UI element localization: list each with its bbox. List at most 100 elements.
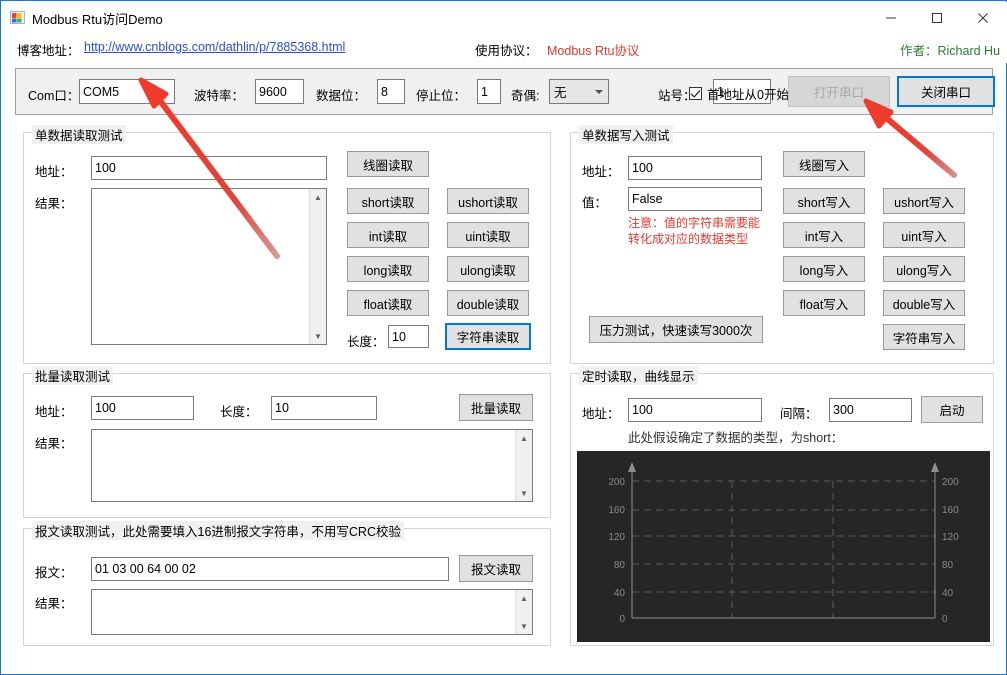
- maximize-button[interactable]: [914, 3, 960, 33]
- close-icon: [978, 13, 988, 23]
- close-port-button[interactable]: 关闭串口: [897, 76, 995, 107]
- minimize-icon: [886, 17, 896, 19]
- single-read-length-input[interactable]: 10: [388, 325, 429, 348]
- com-port-input[interactable]: COM5: [79, 79, 175, 104]
- single-write-value-input[interactable]: False: [628, 187, 762, 211]
- batch-read-address-input[interactable]: 100: [91, 396, 194, 420]
- baudrate-input[interactable]: 9600: [255, 79, 304, 104]
- read-uint-button[interactable]: uint读取: [447, 222, 529, 248]
- single-read-result-label: 结果：: [35, 197, 73, 211]
- timed-read-group: 定时读取，曲线显示 地址： 100 间隔： 300 启动 此处假设确定了数据的类…: [570, 366, 994, 646]
- batch-read-result-box[interactable]: ▲ ▼: [91, 429, 533, 502]
- single-read-title: 单数据读取测试: [32, 125, 126, 144]
- timed-read-interval-input[interactable]: 300: [829, 398, 912, 422]
- svg-text:160: 160: [608, 505, 625, 516]
- write-ushort-button[interactable]: ushort写入: [883, 188, 965, 214]
- read-short-button[interactable]: short读取: [347, 188, 429, 214]
- svg-text:80: 80: [614, 560, 626, 571]
- single-write-note-line2: 转化成对应的数据类型: [628, 232, 749, 246]
- write-long-button[interactable]: long写入: [783, 256, 865, 282]
- timed-read-address-label: 地址：: [582, 407, 620, 421]
- single-read-result-scrollbar[interactable]: ▲ ▼: [309, 189, 326, 344]
- svg-text:40: 40: [614, 588, 626, 599]
- single-read-result-box[interactable]: ▲ ▼: [91, 188, 327, 345]
- scroll-up-icon[interactable]: ▲: [516, 430, 532, 446]
- batch-read-group: 批量读取测试 地址： 100 长度： 10 批量读取 结果： ▲ ▼: [23, 366, 551, 518]
- author-label: 作者：Richard Hu: [900, 44, 1001, 58]
- read-ushort-button[interactable]: ushort读取: [447, 188, 529, 214]
- single-read-address-input[interactable]: 100: [91, 156, 327, 180]
- message-input[interactable]: 01 03 00 64 00 02: [91, 557, 449, 581]
- timed-read-hint: 此处假设确定了数据的类型，为short：: [628, 431, 844, 445]
- parity-value: 无: [554, 86, 567, 100]
- svg-text:160: 160: [942, 505, 959, 516]
- read-string-button[interactable]: 字符串读取: [445, 323, 531, 350]
- scroll-down-icon[interactable]: ▼: [516, 485, 532, 501]
- write-float-button[interactable]: float写入: [783, 290, 865, 316]
- write-string-button[interactable]: 字符串写入: [883, 324, 965, 350]
- chart-canvas: 200 160 120 80 40 0 200 160 120 80 40 0: [577, 451, 990, 642]
- svg-text:120: 120: [608, 532, 625, 543]
- single-write-title: 单数据写入测试: [579, 125, 673, 144]
- batch-read-address-label: 地址：: [35, 405, 73, 419]
- scroll-down-icon[interactable]: ▼: [310, 328, 326, 344]
- message-result-box[interactable]: ▲ ▼: [91, 589, 533, 635]
- single-write-group: 单数据写入测试 地址： 100 值： False 注意：值的字符串需要能 转化成…: [570, 125, 994, 364]
- databits-input[interactable]: 8: [377, 79, 405, 104]
- write-coil-button[interactable]: 线圈写入: [783, 151, 865, 177]
- blog-label: 博客地址：: [17, 44, 80, 58]
- batch-read-length-input[interactable]: 10: [271, 396, 377, 420]
- databits-label: 数据位：: [316, 89, 367, 103]
- zero-start-label: 首地址从0开始: [707, 88, 789, 102]
- batch-read-button[interactable]: 批量读取: [459, 394, 533, 421]
- zero-start-checkbox[interactable]: 首地址从0开始: [689, 84, 789, 103]
- svg-text:40: 40: [942, 588, 954, 599]
- title-bar: Modbus Rtu访问Demo: [2, 2, 1007, 32]
- open-port-button[interactable]: 打开串口: [788, 76, 890, 107]
- write-int-button[interactable]: int写入: [783, 222, 865, 248]
- maximize-icon: [932, 13, 942, 23]
- scroll-down-icon[interactable]: ▼: [516, 618, 532, 634]
- read-long-button[interactable]: long读取: [347, 256, 429, 282]
- write-double-button[interactable]: double写入: [883, 290, 965, 316]
- read-float-button[interactable]: float读取: [347, 290, 429, 316]
- read-double-button[interactable]: double读取: [447, 290, 529, 316]
- svg-text:200: 200: [608, 477, 625, 488]
- batch-read-length-label: 长度：: [220, 405, 258, 419]
- parity-select[interactable]: 无: [549, 79, 609, 104]
- single-read-length-label: 长度：: [347, 335, 385, 349]
- timed-read-address-input[interactable]: 100: [628, 398, 762, 422]
- batch-read-title: 批量读取测试: [32, 366, 114, 385]
- write-ulong-button[interactable]: ulong写入: [883, 256, 965, 282]
- baudrate-label: 波特率：: [194, 89, 245, 103]
- read-ulong-button[interactable]: ulong读取: [447, 256, 529, 282]
- timed-read-start-button[interactable]: 启动: [921, 396, 983, 423]
- single-write-address-label: 地址：: [582, 165, 620, 179]
- scroll-up-icon[interactable]: ▲: [516, 590, 532, 606]
- read-int-button[interactable]: int读取: [347, 222, 429, 248]
- message-read-button[interactable]: 报文读取: [459, 555, 533, 582]
- write-uint-button[interactable]: uint写入: [883, 222, 965, 248]
- timed-read-interval-label: 间隔：: [780, 407, 818, 421]
- batch-read-result-scrollbar[interactable]: ▲ ▼: [515, 430, 532, 501]
- window-title: Modbus Rtu访问Demo: [32, 12, 163, 27]
- minimize-button[interactable]: [868, 3, 914, 33]
- app-icon: [10, 10, 25, 25]
- batch-read-result-label: 结果：: [35, 437, 73, 451]
- single-read-group: 单数据读取测试 地址： 100 结果： ▲ ▼ 线圈读取 short读取 ush…: [23, 125, 551, 364]
- stopbits-label: 停止位：: [416, 89, 467, 103]
- connection-panel: Com口： COM5 波特率： 9600 数据位： 8 停止位： 1 奇偶: 无…: [15, 68, 995, 115]
- read-coil-button[interactable]: 线圈读取: [347, 151, 429, 177]
- close-button[interactable]: [960, 3, 1006, 33]
- single-write-value-label: 值：: [582, 196, 608, 210]
- blog-link[interactable]: http://www.cnblogs.com/dathlin/p/7885368…: [84, 40, 345, 54]
- message-label: 报文：: [35, 566, 73, 580]
- message-result-scrollbar[interactable]: ▲ ▼: [515, 590, 532, 634]
- write-short-button[interactable]: short写入: [783, 188, 865, 214]
- stress-test-button[interactable]: 压力测试，快速读写3000次: [589, 316, 763, 343]
- svg-text:0: 0: [619, 614, 625, 625]
- stopbits-input[interactable]: 1: [477, 79, 501, 104]
- scroll-up-icon[interactable]: ▲: [310, 189, 326, 205]
- message-read-group: 报文读取测试，此处需要填入16进制报文字符串，不用写CRC校验 报文： 01 0…: [23, 521, 551, 646]
- single-write-address-input[interactable]: 100: [628, 156, 762, 180]
